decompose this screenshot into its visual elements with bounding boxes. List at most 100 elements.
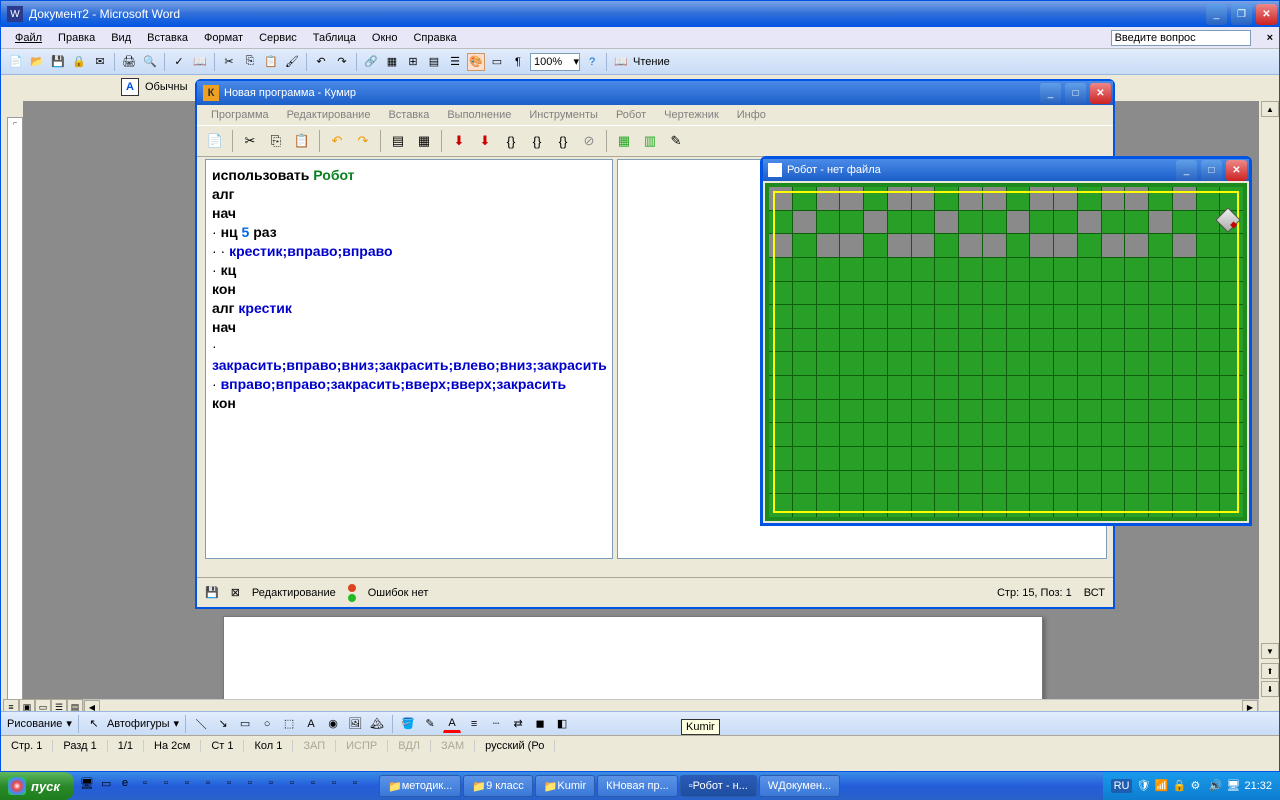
tray-icon-5[interactable]: 🔊: [1208, 779, 1222, 793]
start-button[interactable]: пуск: [0, 772, 74, 800]
menu-view[interactable]: Вид: [105, 29, 137, 47]
robot-minimize-button[interactable]: _: [1176, 160, 1197, 181]
kredo-icon[interactable]: ↷: [351, 129, 375, 153]
kbrace3-icon[interactable]: {}: [551, 129, 575, 153]
kloop-icon[interactable]: ▦: [412, 129, 436, 153]
doc-map-icon[interactable]: ▭: [488, 53, 506, 71]
ql-app3-icon[interactable]: ▫: [185, 777, 203, 795]
help-icon[interactable]: ?: [583, 53, 601, 71]
scroll-up-icon[interactable]: ▲: [1261, 101, 1279, 117]
kopen-icon[interactable]: 📄: [203, 129, 227, 153]
ql-app6-icon[interactable]: ▫: [248, 777, 266, 795]
kpaste-icon[interactable]: 📋: [290, 129, 314, 153]
line-style-icon[interactable]: ≡: [465, 715, 483, 733]
help-question-input[interactable]: [1111, 30, 1251, 46]
mail-icon[interactable]: ✉: [91, 53, 109, 71]
task-btn-0[interactable]: 📁 методик...: [379, 775, 461, 797]
task-btn-2[interactable]: 📁 Kumir: [535, 775, 595, 797]
task-btn-1[interactable]: 📁 9 класс: [463, 775, 532, 797]
task-btn-5[interactable]: W Докумен...: [759, 775, 840, 797]
kpencil-icon[interactable]: ✎: [664, 129, 688, 153]
kumir-maximize-button[interactable]: □: [1065, 83, 1086, 104]
reading-label[interactable]: Чтение: [633, 56, 670, 68]
ql-app8-icon[interactable]: ▫: [290, 777, 308, 795]
ql-app7-icon[interactable]: ▫: [269, 777, 287, 795]
ql-app9-icon[interactable]: ▫: [311, 777, 329, 795]
style-normal[interactable]: Обычны: [145, 81, 187, 93]
kgrid1-icon[interactable]: ▦: [612, 129, 636, 153]
shadow-icon[interactable]: ◼: [531, 715, 549, 733]
menu-file[interactable]: Файл: [9, 29, 48, 47]
menu-tools[interactable]: Сервис: [253, 29, 303, 47]
line-color-icon[interactable]: ✎: [421, 715, 439, 733]
print-icon[interactable]: 🖨: [120, 53, 138, 71]
drawing-toggle-icon[interactable]: 🎨: [467, 53, 485, 71]
menu-window[interactable]: Окно: [366, 29, 404, 47]
clock[interactable]: 21:32: [1244, 780, 1272, 792]
task-btn-3[interactable]: К Новая пр...: [597, 775, 678, 797]
prev-page-icon[interactable]: ⬆: [1261, 663, 1279, 679]
3d-icon[interactable]: ◧: [553, 715, 571, 733]
robot-maximize-button[interactable]: □: [1201, 160, 1222, 181]
ql-app2-icon[interactable]: ▫: [164, 777, 182, 795]
new-doc-icon[interactable]: 📄: [7, 53, 25, 71]
ql-app11-icon[interactable]: ▫: [353, 777, 371, 795]
tables-borders-icon[interactable]: ▦: [383, 53, 401, 71]
columns-icon[interactable]: ☰: [446, 53, 464, 71]
kumir-close-button[interactable]: ✕: [1090, 83, 1111, 104]
arrow-icon[interactable]: ↘: [214, 715, 232, 733]
ql-app10-icon[interactable]: ▫: [332, 777, 350, 795]
kmenu-robot[interactable]: Робот: [608, 107, 654, 123]
lang-indicator[interactable]: RU: [1111, 779, 1133, 793]
select-icon[interactable]: ↖: [85, 715, 103, 733]
link-icon[interactable]: 🔗: [362, 53, 380, 71]
cut-icon[interactable]: ✂: [220, 53, 238, 71]
kstop-icon[interactable]: ⊘: [577, 129, 601, 153]
wordart-icon[interactable]: A: [302, 715, 320, 733]
format-painter-icon[interactable]: 🖌: [283, 53, 301, 71]
kmenu-edit[interactable]: Редактирование: [279, 107, 379, 123]
ksave-icon[interactable]: 💾: [205, 586, 219, 599]
document-page[interactable]: [223, 616, 1043, 711]
open-icon[interactable]: 📂: [28, 53, 46, 71]
clipart-icon[interactable]: 🖼: [346, 715, 364, 733]
tray-icon-4[interactable]: ⚙: [1190, 779, 1204, 793]
kmenu-program[interactable]: Программа: [203, 107, 277, 123]
font-color-icon[interactable]: A: [443, 715, 461, 733]
task-btn-4[interactable]: ▫ Робот - н...: [680, 775, 757, 797]
save-icon[interactable]: 💾: [49, 53, 67, 71]
kstep-icon[interactable]: ⬇: [473, 129, 497, 153]
code-editor[interactable]: использовать Робот алг нач · нц 5 раз · …: [205, 159, 613, 559]
ql-totalcmd-icon[interactable]: ▭: [101, 777, 119, 795]
kbrace1-icon[interactable]: {}: [499, 129, 523, 153]
robot-field[interactable]: [765, 183, 1247, 521]
robot-close-button[interactable]: ✕: [1226, 160, 1247, 181]
tray-icon-2[interactable]: 📶: [1154, 779, 1168, 793]
copy-icon[interactable]: ⎘: [241, 53, 259, 71]
reading-icon[interactable]: 📖: [612, 53, 630, 71]
ql-desktop-icon[interactable]: 🖥: [80, 777, 98, 795]
undo-icon[interactable]: ↶: [312, 53, 330, 71]
menu-help[interactable]: Справка: [407, 29, 462, 47]
menu-table[interactable]: Таблица: [307, 29, 362, 47]
insert-table-icon[interactable]: ⊞: [404, 53, 422, 71]
dash-style-icon[interactable]: ┈: [487, 715, 505, 733]
kundo-icon[interactable]: ↶: [325, 129, 349, 153]
scroll-down-icon[interactable]: ▼: [1261, 643, 1279, 659]
permission-icon[interactable]: 🔒: [70, 53, 88, 71]
kclose-icon[interactable]: ⊠: [231, 586, 240, 599]
ql-app5-icon[interactable]: ▫: [227, 777, 245, 795]
vertical-scrollbar[interactable]: ▲ ▼ ⬆ ⬇: [1261, 101, 1279, 699]
fill-color-icon[interactable]: 🪣: [399, 715, 417, 733]
kmenu-tools[interactable]: Инструменты: [521, 107, 606, 123]
kumir-minimize-button[interactable]: _: [1040, 83, 1061, 104]
research-icon[interactable]: 📖: [191, 53, 209, 71]
show-marks-icon[interactable]: ¶: [509, 53, 527, 71]
autoshapes-label[interactable]: Автофигуры: [107, 718, 170, 730]
menu-insert[interactable]: Вставка: [141, 29, 194, 47]
close-button[interactable]: ✕: [1256, 4, 1277, 25]
kcopy-icon[interactable]: ⎘: [264, 129, 288, 153]
zoom-combo[interactable]: 100%▾: [530, 53, 580, 71]
kcut-icon[interactable]: ✂: [238, 129, 262, 153]
krun-icon[interactable]: ⬇: [447, 129, 471, 153]
